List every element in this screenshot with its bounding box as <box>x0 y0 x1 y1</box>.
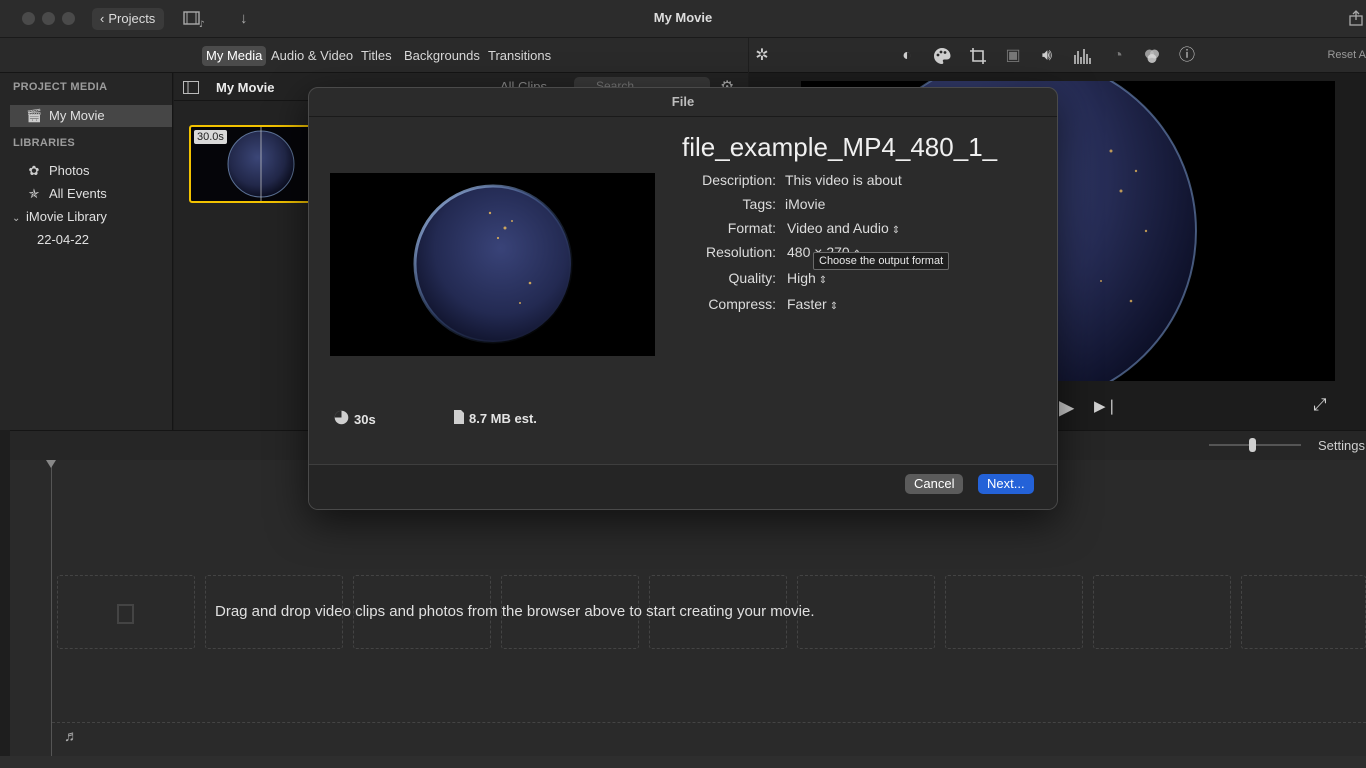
crop-icon[interactable] <box>969 47 987 65</box>
stabilization-icon[interactable]: ▣ <box>1004 47 1022 65</box>
sidebar-item-event[interactable]: 22-04-22 <box>10 229 172 251</box>
quality-label: Quality: <box>728 270 776 286</box>
zoom-slider-thumb[interactable] <box>1249 438 1256 452</box>
volume-icon[interactable]: 🔊︎ <box>1038 47 1056 65</box>
format-label: Format: <box>727 220 776 236</box>
description-label: Description: <box>702 172 776 188</box>
dialog-title: File <box>671 94 695 109</box>
photos-flower-icon: ✿ <box>28 163 40 178</box>
share-icon[interactable] <box>1349 10 1363 30</box>
skip-forward-icon[interactable]: ▶❘ <box>1094 397 1118 415</box>
timeline-empty-message: Drag and drop video clips and photos fro… <box>215 603 815 620</box>
reset-all-button[interactable]: Reset A <box>1327 49 1366 61</box>
zoom-slider[interactable] <box>1209 438 1301 452</box>
updown-chevron-icon: ⇕ <box>829 301 839 312</box>
format-select[interactable]: Video and Audio ⇕ <box>787 220 900 236</box>
music-note-icon: ♬ <box>64 728 79 745</box>
document-icon <box>454 410 464 427</box>
magic-wand-icon[interactable]: ✲ <box>753 47 771 65</box>
speed-icon[interactable]: ◔ <box>1109 47 1127 65</box>
title-bar: ‹ Projects ♪ ↓ My Movie <box>0 0 1366 38</box>
tab-transitions[interactable]: Transitions <box>484 46 555 66</box>
play-icon[interactable]: ▶ <box>1059 395 1074 420</box>
file-size-info: 8.7 MB est. <box>454 410 537 427</box>
dialog-title-divider <box>309 116 1057 117</box>
compress-select[interactable]: Faster ⇕ <box>787 296 838 312</box>
next-button[interactable]: Next... <box>978 474 1034 494</box>
sidebar-item-imovie-library[interactable]: ⌄ iMovie Library <box>10 206 172 228</box>
tags-field[interactable]: iMovie <box>785 196 825 212</box>
description-field[interactable]: This video is about <box>785 172 902 188</box>
filter-icon[interactable] <box>1143 47 1161 65</box>
tab-backgrounds[interactable]: Backgrounds <box>400 46 484 66</box>
libraries-header: LIBRARIES <box>13 137 75 149</box>
clip-duration-badge: 30.0s <box>194 130 227 144</box>
clip-placeholder <box>57 575 195 649</box>
duration-info: 30s <box>334 410 376 428</box>
sidebar-item-all-events[interactable]: ✯ All Events <box>10 183 172 205</box>
info-icon[interactable]: ⓘ <box>1178 47 1196 65</box>
media-tabs-bar: My Media Audio & Video Titles Background… <box>0 38 748 73</box>
quality-select[interactable]: High ⇕ <box>787 270 827 286</box>
video-clip-thumbnail[interactable]: 30.0s <box>189 125 313 203</box>
gear-icon[interactable]: ⚙ <box>720 77 734 87</box>
file-export-dialog: File file_example_MP4_480_1_ Description… <box>308 87 1058 510</box>
tab-audio-video[interactable]: Audio & Video <box>267 46 357 66</box>
bottom-strip <box>0 756 1366 768</box>
project-media-header: PROJECT MEDIA <box>13 81 108 93</box>
export-filename[interactable]: file_example_MP4_480_1_ <box>682 132 997 163</box>
export-preview-image <box>330 173 655 356</box>
clip-placeholder <box>945 575 1083 649</box>
viewer-toolbar: ✲ ◐ ▣ 🔊︎ ◔ ⓘ Reset A <box>749 38 1366 73</box>
sidebar-item-photos[interactable]: ✿ Photos <box>10 160 172 182</box>
sidebar-item-my-movie[interactable]: 🎬︎ My Movie <box>10 105 172 127</box>
window-title: My Movie <box>653 10 713 25</box>
star-icon: ✯ <box>28 186 40 201</box>
clapperboard-icon: 🎬︎ <box>26 108 43 123</box>
cancel-button[interactable]: Cancel <box>905 474 964 494</box>
clip-placeholder <box>1241 575 1366 649</box>
clock-icon <box>334 410 349 428</box>
compress-label: Compress: <box>708 296 776 312</box>
film-strip-icon <box>117 604 134 624</box>
clips-filter-select[interactable]: All Clips <box>500 79 547 87</box>
format-tooltip: Choose the output format <box>813 252 950 270</box>
tab-titles[interactable]: Titles <box>357 46 396 66</box>
browser-title: My Movie <box>216 80 275 95</box>
tab-my-media[interactable]: My Media <box>202 46 267 66</box>
updown-chevron-icon: ⇕ <box>891 225 901 236</box>
color-balance-icon[interactable]: ◐ <box>898 47 916 65</box>
settings-button[interactable]: Settings <box>1318 438 1365 453</box>
fullscreen-icon[interactable]: ⤢ <box>1313 395 1327 415</box>
equalizer-icon[interactable] <box>1073 47 1091 65</box>
libraries-sidebar: PROJECT MEDIA 🎬︎ My Movie LIBRARIES ✿ Phot… <box>0 73 173 430</box>
playhead[interactable] <box>46 460 56 756</box>
sidebar-toggle-icon[interactable] <box>183 81 199 97</box>
resolution-label: Resolution: <box>705 244 776 260</box>
updown-chevron-icon: ⇕ <box>818 275 828 286</box>
audio-lane: ♬ <box>52 722 1366 750</box>
color-palette-icon[interactable] <box>933 47 951 65</box>
tags-label: Tags: <box>742 196 776 212</box>
search-input[interactable]: Search <box>574 77 710 87</box>
clip-placeholder <box>1093 575 1231 649</box>
disclosure-chevron-icon[interactable]: ⌄ <box>12 208 26 230</box>
dialog-footer: Cancel Next... <box>309 464 1057 509</box>
clip-placeholder <box>797 575 935 649</box>
